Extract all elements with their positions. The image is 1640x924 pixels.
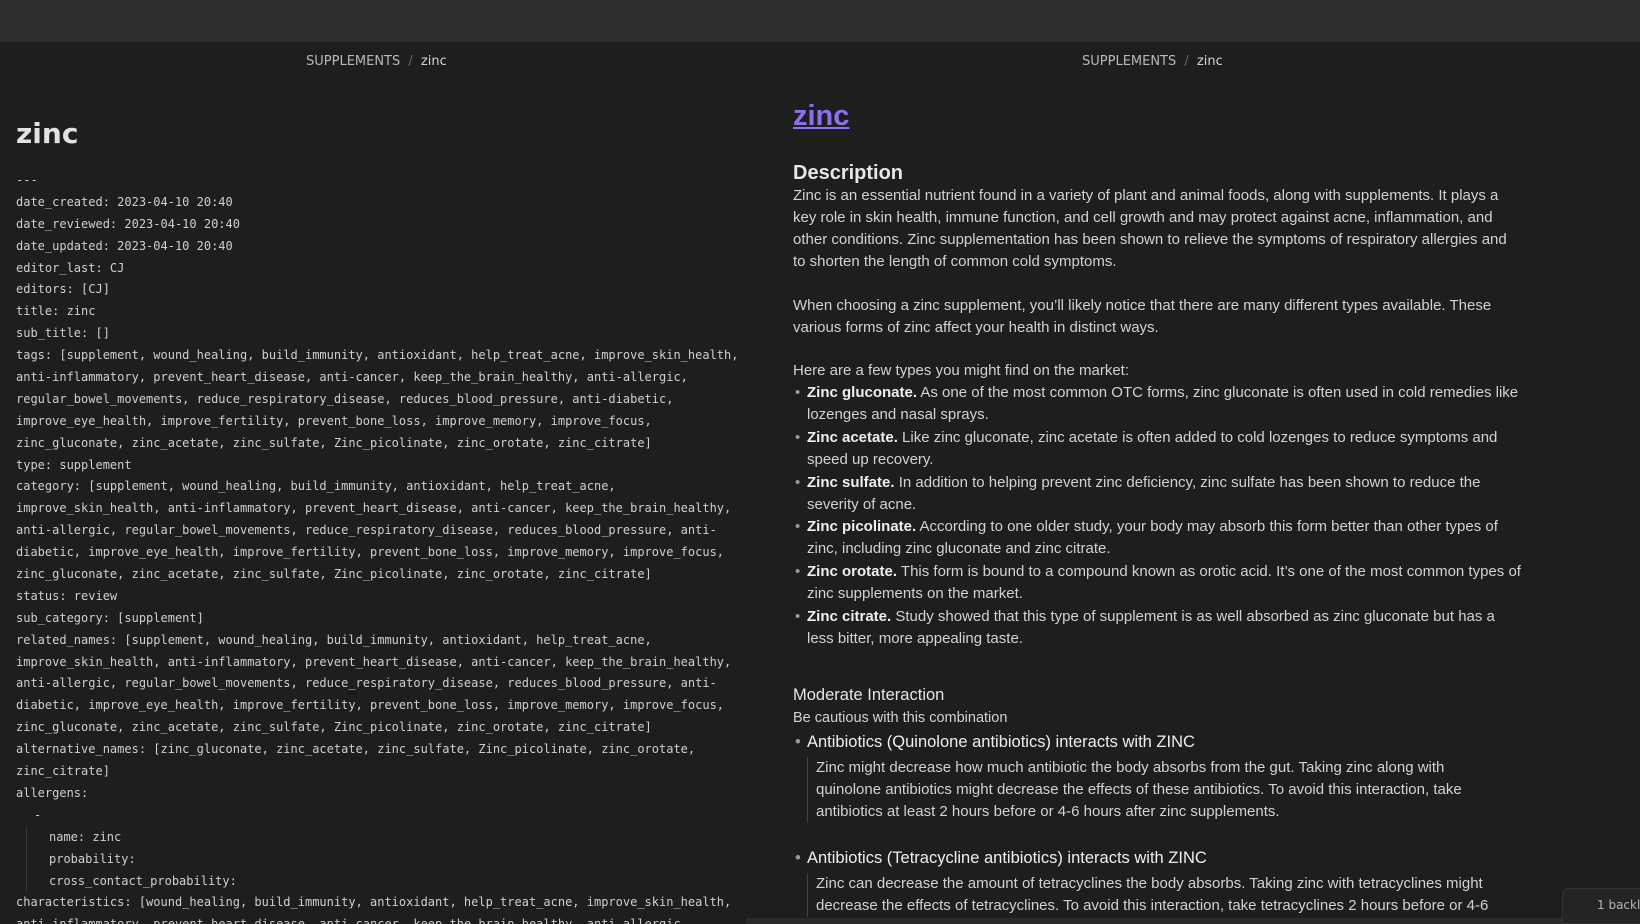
type-description: Like zinc gluconate, zinc acetate is oft…: [807, 428, 1498, 468]
interaction-subtitle: Be cautious with this combination: [793, 710, 1008, 726]
interaction-callout: Zinc might decrease how much antibiotic …: [807, 757, 1507, 823]
type-name: Zinc sulfate.: [807, 473, 895, 491]
source-line[interactable]: tags: [supplement, wound_healing, build_…: [16, 345, 736, 367]
breadcrumb-current[interactable]: zinc: [1197, 54, 1223, 69]
source-line[interactable]: sub_title: []: [16, 323, 736, 345]
source-line[interactable]: sub_category: [supplement]: [16, 608, 736, 630]
breadcrumb-separator: /: [1184, 54, 1189, 69]
source-line[interactable]: zinc_gluconate, zinc_acetate, zinc_sulfa…: [16, 717, 736, 739]
source-line[interactable]: improve_eye_health, improve_fertility, p…: [16, 411, 736, 433]
type-name: Zinc picolinate.: [807, 518, 917, 536]
note-title[interactable]: zinc: [16, 117, 78, 150]
type-name: Zinc orotate.: [807, 563, 898, 581]
type-name: Zinc acetate.: [807, 428, 898, 446]
source-line[interactable]: anti-allergic, regular_bowel_movements, …: [16, 673, 736, 695]
source-line[interactable]: type: supplement: [16, 455, 736, 477]
zinc-types-list: Zinc gluconate. As one of the most commo…: [793, 382, 1521, 651]
source-line[interactable]: date_updated: 2023-04-10 20:40: [16, 236, 736, 258]
breadcrumb-current[interactable]: zinc: [421, 54, 447, 69]
types-intro: Here are a few types you might find on t…: [793, 362, 1129, 379]
source-line[interactable]: category: [supplement, wound_healing, bu…: [16, 476, 736, 498]
list-item: Zinc citrate. Study showed that this typ…: [793, 606, 1521, 650]
allergen-field[interactable]: name: zinc: [26, 826, 736, 849]
source-line[interactable]: improve_skin_health, anti-inflammatory, …: [16, 498, 736, 520]
source-line[interactable]: diabetic, improve_eye_health, improve_fe…: [16, 542, 736, 564]
source-line[interactable]: related_names: [supplement, wound_healin…: [16, 630, 736, 652]
source-line[interactable]: zinc_gluconate, zinc_acetate, zinc_sulfa…: [16, 564, 736, 586]
type-description: This form is bound to a compound known a…: [807, 563, 1521, 603]
editor-pane-source[interactable]: SUPPLEMENTS / zinc zinc --- date_created…: [0, 42, 746, 924]
source-line[interactable]: title: zinc: [16, 301, 736, 323]
interaction-title: Antibiotics (Tetracycline antibiotics) i…: [793, 849, 1207, 868]
type-name: Zinc citrate.: [807, 608, 892, 626]
list-item: Zinc orotate. This form is bound to a co…: [793, 561, 1521, 605]
source-line[interactable]: ---: [16, 170, 736, 192]
interaction-title: Antibiotics (Quinolone antibiotics) inte…: [793, 733, 1195, 752]
horizontal-scrollbar[interactable]: [746, 918, 1640, 924]
list-item: Zinc sulfate. In addition to helping pre…: [793, 472, 1521, 516]
window-title-bar: [0, 0, 1640, 42]
allergen-field[interactable]: cross_contact_probability:: [26, 870, 736, 893]
allergen-list-dash[interactable]: -: [16, 805, 736, 827]
backlinks-status[interactable]: 1 backlink: [1562, 888, 1640, 924]
source-line[interactable]: editors: [CJ]: [16, 279, 736, 301]
interaction-heading: Moderate Interaction: [793, 686, 945, 704]
source-line[interactable]: zinc_gluconate, zinc_acetate, zinc_sulfa…: [16, 433, 736, 455]
breadcrumb-folder[interactable]: SUPPLEMENTS: [306, 54, 400, 69]
breadcrumb-folder[interactable]: SUPPLEMENTS: [1082, 54, 1176, 69]
source-line[interactable]: alternative_names: [zinc_gluconate, zinc…: [16, 739, 736, 761]
source-line[interactable]: regular_bowel_movements, reduce_respirat…: [16, 389, 736, 411]
source-line[interactable]: anti-allergic, regular_bowel_movements, …: [16, 520, 736, 542]
note-title-link[interactable]: zinc: [793, 100, 849, 133]
source-line[interactable]: anti-inflammatory, prevent_heart_disease…: [16, 914, 736, 924]
list-item: Zinc picolinate. According to one older …: [793, 516, 1521, 560]
interaction-callout: Zinc can decrease the amount of tetracyc…: [807, 873, 1507, 917]
source-line[interactable]: zinc_citrate]: [16, 761, 736, 783]
source-line[interactable]: status: review: [16, 586, 736, 608]
breadcrumb: SUPPLEMENTS / zinc: [306, 54, 447, 69]
source-line[interactable]: allergens:: [16, 783, 736, 805]
type-description: Study showed that this type of supplemen…: [807, 608, 1495, 647]
source-line[interactable]: characteristics: [wound_healing, build_i…: [16, 892, 736, 914]
frontmatter-source[interactable]: --- date_created: 2023-04-10 20:40 date_…: [16, 170, 736, 924]
breadcrumb: SUPPLEMENTS / zinc: [1082, 54, 1223, 69]
type-description: In addition to helping prevent zinc defi…: [807, 473, 1481, 513]
source-line[interactable]: anti-inflammatory, prevent_heart_disease…: [16, 367, 736, 389]
editor-pane-preview[interactable]: SUPPLEMENTS / zinc zinc Description Zinc…: [746, 42, 1640, 924]
allergen-field[interactable]: probability:: [26, 848, 736, 871]
breadcrumb-separator: /: [408, 54, 413, 69]
source-line[interactable]: date_reviewed: 2023-04-10 20:40: [16, 214, 736, 236]
source-line[interactable]: editor_last: CJ: [16, 258, 736, 280]
source-line[interactable]: diabetic, improve_eye_health, improve_fe…: [16, 695, 736, 717]
list-item: Zinc gluconate. As one of the most commo…: [793, 382, 1521, 426]
description-heading: Description: [793, 162, 904, 184]
description-paragraph: Zinc is an essential nutrient found in a…: [793, 187, 1507, 270]
source-line[interactable]: improve_skin_health, anti-inflammatory, …: [16, 652, 736, 674]
list-item: Zinc acetate. Like zinc gluconate, zinc …: [793, 427, 1521, 471]
source-line[interactable]: date_created: 2023-04-10 20:40: [16, 192, 736, 214]
type-name: Zinc gluconate.: [807, 384, 918, 401]
choosing-paragraph: When choosing a zinc supplement, you’ll …: [793, 297, 1492, 336]
